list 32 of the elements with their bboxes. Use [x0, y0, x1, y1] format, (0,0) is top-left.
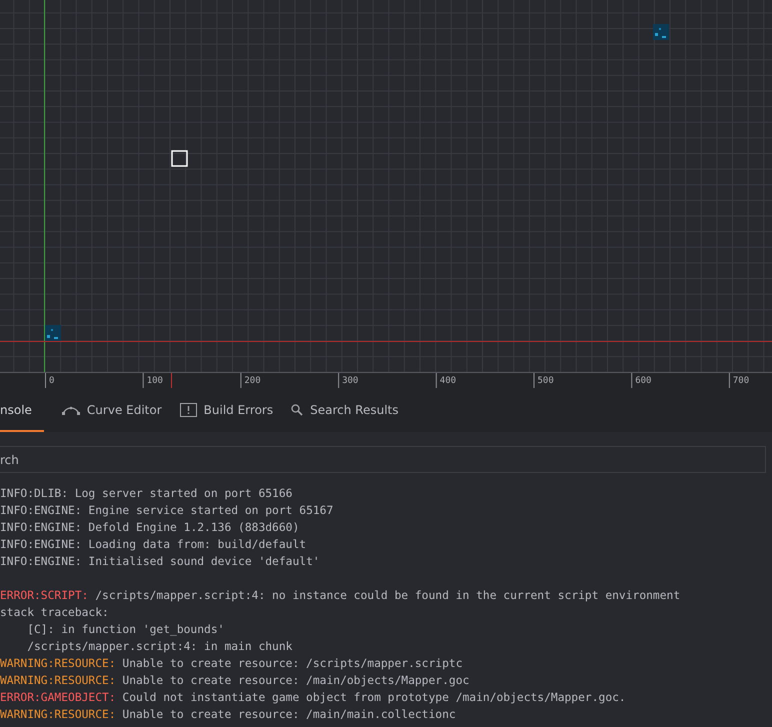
- console-line: INFO:ENGINE: Engine service started on port 65167: [0, 504, 334, 517]
- console-line: WARNING:RESOURCE: Unable to create resource: /main/objects/Mapper.goc: [0, 674, 470, 687]
- console-line: stack traceback:: [0, 606, 109, 619]
- console-line: WARNING:RESOURCE: Unable to create resource: /main/main.collectionc: [0, 708, 456, 721]
- empty-square-marker[interactable]: [171, 150, 188, 167]
- sprite-tile: [45, 325, 61, 341]
- console-line: [C]: in function 'get_bounds': [26, 623, 224, 636]
- panel-tab[interactable]: Search Results: [291, 388, 414, 432]
- sprite-tile: [653, 24, 669, 40]
- search-icon: [291, 404, 304, 416]
- ruler-label: 300: [342, 376, 358, 386]
- panel-tab[interactable]: nsole: [0, 388, 44, 432]
- console-line: ERROR:GAMEOBJECT: Could not instantiate game object from prototype /main/objects/Mapper.goc.: [0, 691, 626, 704]
- ruler-label: 500: [538, 376, 554, 386]
- console-line: INFO:ENGINE: Loading data from: build/default: [0, 538, 306, 551]
- panel-tab[interactable]: Curve Editor: [62, 388, 178, 432]
- ruler-label: 700: [732, 376, 750, 386]
- console-line: /scripts/mapper.script:4: in main chunk: [26, 640, 292, 653]
- console-line: ERROR:SCRIPT: /scripts/mapper.script:4: no instance could be found in the current script environment: [0, 589, 680, 602]
- console-line: INFO:ENGINE: Defold Engine 1.2.136 (883d660): [0, 521, 300, 534]
- ruler-label: 200: [244, 376, 261, 386]
- ruler-label: 600: [635, 376, 652, 386]
- search-field[interactable]: rch: [0, 446, 766, 473]
- curve-icon: [62, 405, 80, 415]
- console-line: INFO:DLIB: Log server started on port 65166: [0, 487, 292, 500]
- console-line: INFO:ENGINE: Initialised sound device 'default': [0, 555, 320, 568]
- ruler-label: 0: [49, 376, 54, 386]
- alert-icon: [180, 403, 197, 417]
- ruler-label: 400: [440, 376, 456, 386]
- ruler-label: 100: [146, 376, 163, 386]
- console-line: WARNING:RESOURCE: Unable to create resource: /scripts/mapper.scriptc: [0, 657, 462, 670]
- panel-tab[interactable]: Build Errors: [180, 388, 290, 432]
